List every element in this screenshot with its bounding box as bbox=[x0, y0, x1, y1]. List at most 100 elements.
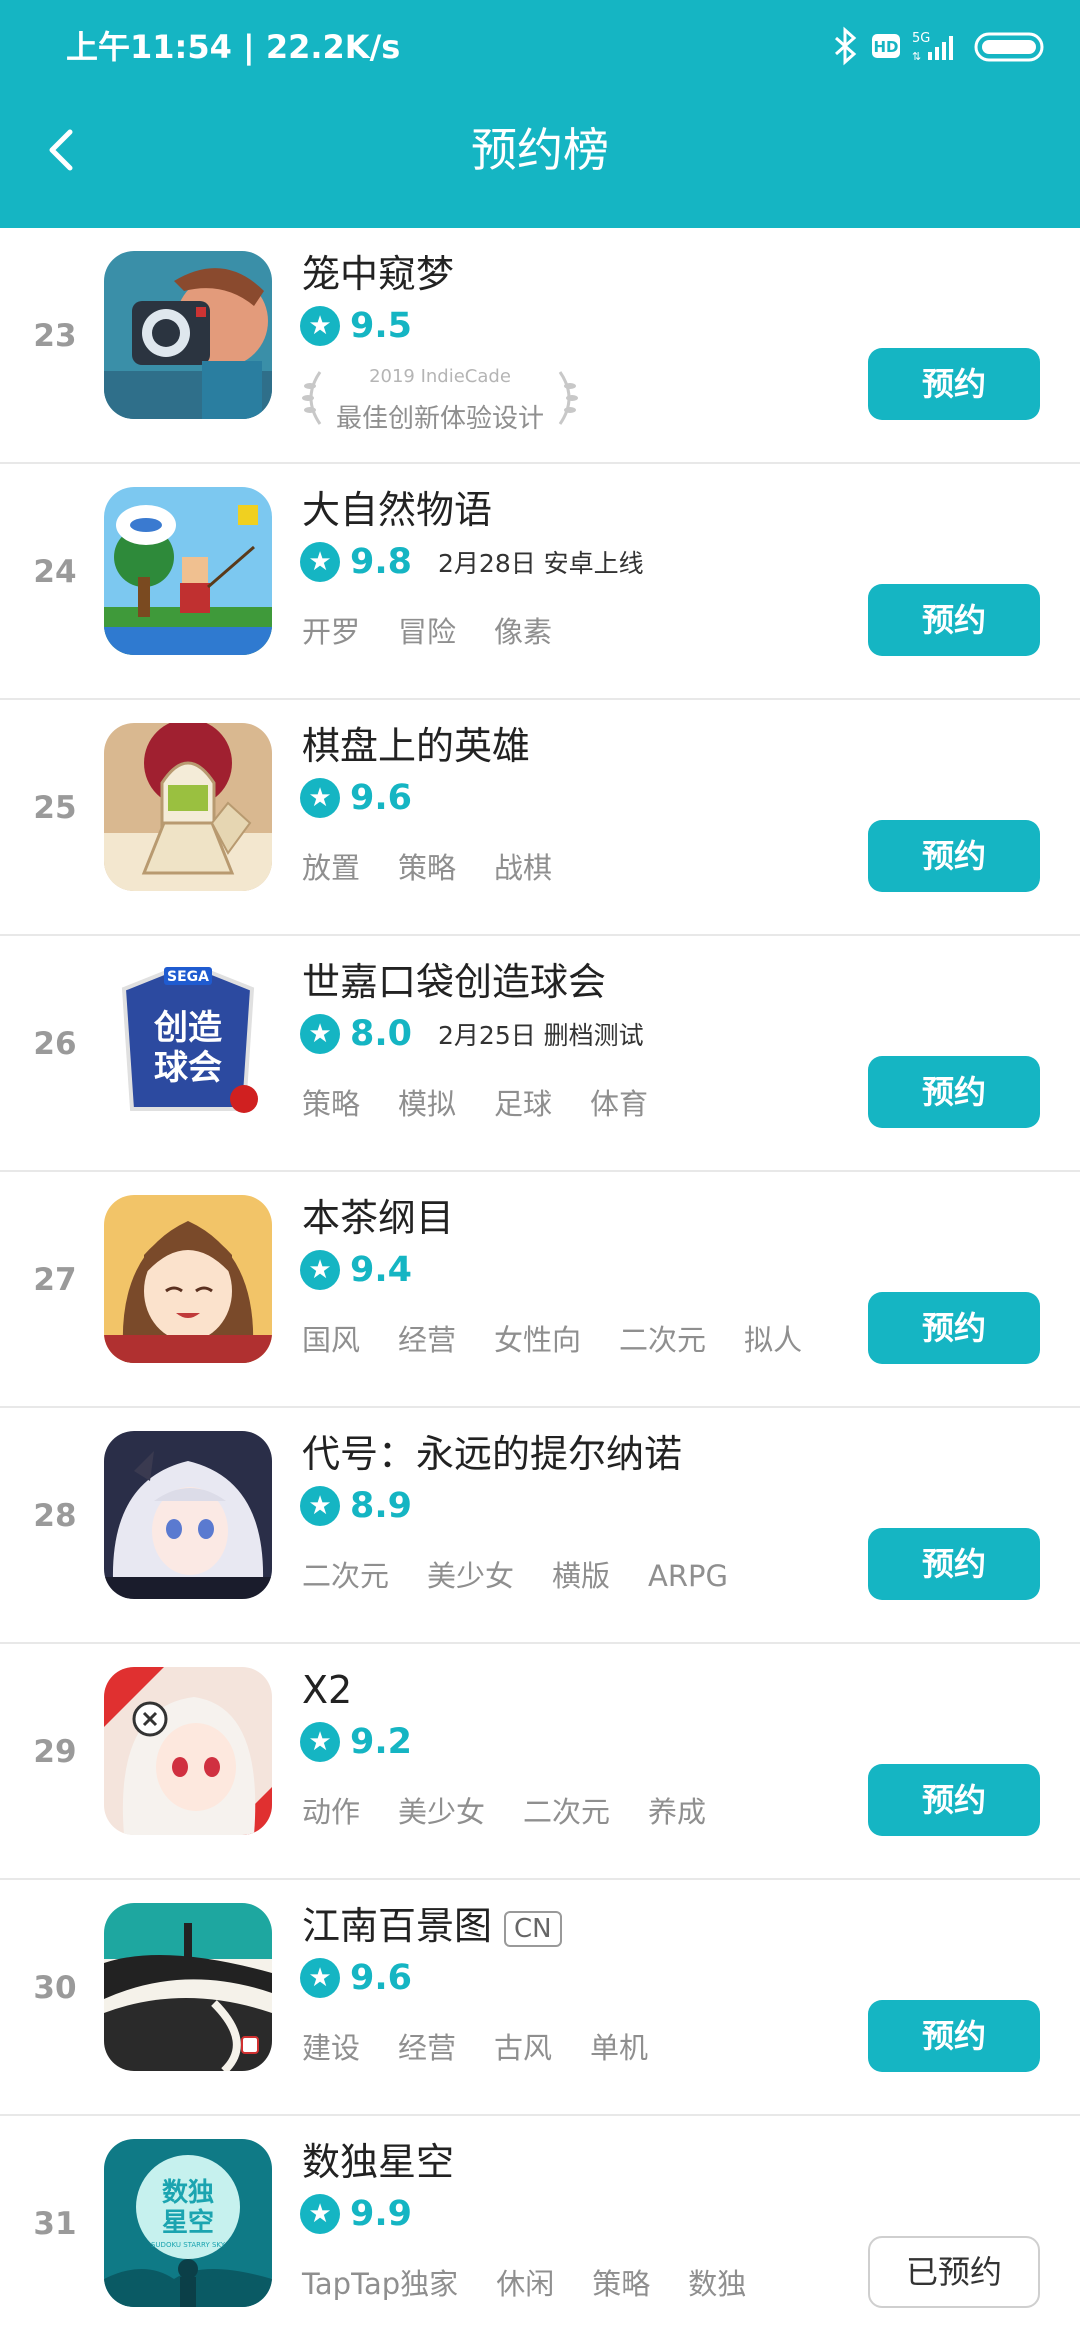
tag-list: 动作 美少女 二次元 养成 bbox=[302, 1792, 744, 1832]
tag[interactable]: 动作 bbox=[302, 1792, 360, 1832]
star-icon: ★ bbox=[300, 778, 340, 818]
tag[interactable]: 二次元 bbox=[619, 1320, 706, 1360]
tag[interactable]: 单机 bbox=[590, 2028, 648, 2068]
game-title[interactable]: X2 bbox=[302, 1664, 352, 1716]
list-item[interactable]: 28 代号：永远的提尔纳诺 ★ 8.9 二次元 美少女 横版 ARPG 预约 bbox=[0, 1408, 1080, 1644]
tag[interactable]: 国风 bbox=[302, 1320, 360, 1360]
rating-score: 9.9 bbox=[350, 2194, 413, 2234]
tag[interactable]: 经营 bbox=[398, 2028, 456, 2068]
list-item[interactable]: 27 本茶纲目 ★ 9.4 国风 经营 女性向 二次元 拟人 预约 bbox=[0, 1172, 1080, 1408]
reserve-button[interactable]: 预约 bbox=[868, 348, 1040, 420]
rank-number: 29 bbox=[33, 1734, 77, 1770]
game-title[interactable]: 代号：永远的提尔纳诺 bbox=[302, 1428, 682, 1480]
rating: ★ 9.9 bbox=[300, 2194, 412, 2244]
game-icon[interactable]: 数独 星空 SUDOKU STARRY SKY bbox=[104, 2139, 272, 2307]
tag[interactable]: 策略 bbox=[592, 2264, 650, 2304]
tag-list: 二次元 美少女 横版 ARPG bbox=[302, 1556, 766, 1596]
list-item[interactable]: 30 江南百景图 CN ★ 9.6 建设 经营 古风 单机 预约 bbox=[0, 1880, 1080, 2116]
tag-list: 国风 经营 女性向 二次元 拟人 bbox=[302, 1320, 840, 1360]
rank-number: 31 bbox=[33, 2206, 77, 2242]
hd-icon: HD bbox=[872, 34, 900, 58]
game-icon[interactable] bbox=[104, 723, 272, 891]
game-icon[interactable] bbox=[104, 1195, 272, 1363]
tag[interactable]: ARPG bbox=[648, 1556, 728, 1596]
list-item[interactable]: 26 SEGA 创造 球会 世嘉口袋创造球会 ★ 8.0 2月25日 删档测试 策略… bbox=[0, 936, 1080, 1172]
reserve-button[interactable]: 预约 bbox=[868, 820, 1040, 892]
tag[interactable]: 战棋 bbox=[494, 848, 552, 888]
svg-text:⇅: ⇅ bbox=[912, 50, 921, 63]
tag[interactable]: 数独 bbox=[688, 2264, 746, 2304]
tag[interactable]: 策略 bbox=[302, 1084, 360, 1124]
rating: ★ 9.6 bbox=[300, 778, 412, 828]
tag[interactable]: 像素 bbox=[494, 612, 552, 652]
rank-number: 26 bbox=[33, 1026, 77, 1062]
rating: ★ 9.5 bbox=[300, 306, 412, 356]
game-title[interactable]: 本茶纲目 bbox=[302, 1192, 454, 1244]
reserve-button[interactable]: 预约 bbox=[868, 1292, 1040, 1364]
rating-score: 8.9 bbox=[350, 1486, 413, 1526]
tag[interactable]: 美少女 bbox=[398, 1792, 485, 1832]
tag[interactable]: 横版 bbox=[552, 1556, 610, 1596]
tag[interactable]: 拟人 bbox=[744, 1320, 802, 1360]
tag[interactable]: 古风 bbox=[494, 2028, 552, 2068]
tag[interactable]: 模拟 bbox=[398, 1084, 456, 1124]
tag[interactable]: 女性向 bbox=[494, 1320, 581, 1360]
tag[interactable]: 体育 bbox=[590, 1084, 648, 1124]
reserve-button[interactable]: 预约 bbox=[868, 1764, 1040, 1836]
tag[interactable]: 建设 bbox=[302, 2028, 360, 2068]
tag[interactable]: 二次元 bbox=[523, 1792, 610, 1832]
reserve-button[interactable]: 预约 bbox=[868, 584, 1040, 656]
game-title[interactable]: 大自然物语 bbox=[302, 484, 492, 536]
tag-list: TapTap独家 休闲 策略 数独 bbox=[302, 2264, 784, 2304]
game-icon[interactable] bbox=[104, 251, 272, 419]
list-item[interactable]: 31 数独 星空 SUDOKU STARRY SKY 数独星空 ★ 9.9 Tap… bbox=[0, 2116, 1080, 2352]
status-icons: HD 5G ⇅ bbox=[820, 18, 1080, 78]
game-title[interactable]: 世嘉口袋创造球会 bbox=[302, 956, 606, 1008]
rank-number: 25 bbox=[33, 790, 77, 826]
list-item[interactable]: 29 X2 ★ 9.2 动作 美少女 二次元 养成 预约 bbox=[0, 1644, 1080, 1880]
rank-number: 27 bbox=[33, 1262, 77, 1298]
rating-score: 8.0 bbox=[350, 1014, 413, 1054]
top-app-bar: 上午11:54 | 22.2K/s HD 5G ⇅ 预约榜 bbox=[0, 0, 1080, 228]
tag[interactable]: 养成 bbox=[648, 1792, 706, 1832]
page-title: 预约榜 bbox=[471, 123, 609, 177]
star-icon: ★ bbox=[300, 1014, 340, 1054]
game-title[interactable]: 棋盘上的英雄 bbox=[302, 720, 530, 772]
list-item[interactable]: 24 大自然物语 ★ 9.8 2月28日 安卓上线 开罗 冒险 像素 预约 bbox=[0, 464, 1080, 700]
release-note: 2月25日 删档测试 bbox=[438, 1021, 644, 1050]
tag[interactable]: 开罗 bbox=[302, 612, 360, 652]
game-title[interactable]: 笼中窥梦 bbox=[302, 248, 454, 300]
award-year: 2019 IndieCade bbox=[369, 366, 511, 387]
svg-text:数独: 数独 bbox=[162, 2178, 214, 2208]
game-title[interactable]: 数独星空 bbox=[302, 2136, 454, 2188]
reserve-button[interactable]: 预约 bbox=[868, 1056, 1040, 1128]
game-icon[interactable] bbox=[104, 1903, 272, 2071]
reserved-button[interactable]: 已预约 bbox=[868, 2236, 1040, 2308]
list-item[interactable]: 25 棋盘上的英雄 ★ 9.6 放置 策略 战棋 预约 bbox=[0, 700, 1080, 936]
star-icon: ★ bbox=[300, 2194, 340, 2234]
reserve-button[interactable]: 预约 bbox=[868, 1528, 1040, 1600]
game-icon[interactable] bbox=[104, 487, 272, 655]
tag[interactable]: 二次元 bbox=[302, 1556, 389, 1596]
tag[interactable]: 冒险 bbox=[398, 612, 456, 652]
tag[interactable]: 放置 bbox=[302, 848, 360, 888]
tag-list: 策略 模拟 足球 体育 bbox=[302, 1084, 686, 1124]
award-badge: 2019 IndieCade 最佳创新体验设计 bbox=[300, 358, 580, 438]
list-item[interactable]: 23 笼中窥梦 ★ 9.5 2019 IndieCade 最佳创新体验设计 预约 bbox=[0, 228, 1080, 464]
ranking-list: 23 笼中窥梦 ★ 9.5 2019 IndieCade 最佳创新体验设计 预约… bbox=[0, 228, 1080, 2340]
rating-score: 9.5 bbox=[350, 306, 413, 346]
tag[interactable]: 策略 bbox=[398, 848, 456, 888]
battery-icon bbox=[974, 32, 1044, 62]
game-icon[interactable]: SEGA 创造 球会 bbox=[104, 959, 272, 1127]
status-time: 上午11:54 | 22.2K/s bbox=[66, 28, 401, 66]
tag[interactable]: 经营 bbox=[398, 1320, 456, 1360]
game-icon[interactable] bbox=[104, 1431, 272, 1599]
game-title[interactable]: 江南百景图 CN bbox=[302, 1900, 562, 1952]
tag[interactable]: 美少女 bbox=[427, 1556, 514, 1596]
reserve-button[interactable]: 预约 bbox=[868, 2000, 1040, 2072]
tag[interactable]: 足球 bbox=[494, 1084, 552, 1124]
star-icon: ★ bbox=[300, 306, 340, 346]
game-icon[interactable] bbox=[104, 1667, 272, 1835]
tag[interactable]: 休闲 bbox=[496, 2264, 554, 2304]
tag[interactable]: TapTap独家 bbox=[302, 2264, 458, 2304]
